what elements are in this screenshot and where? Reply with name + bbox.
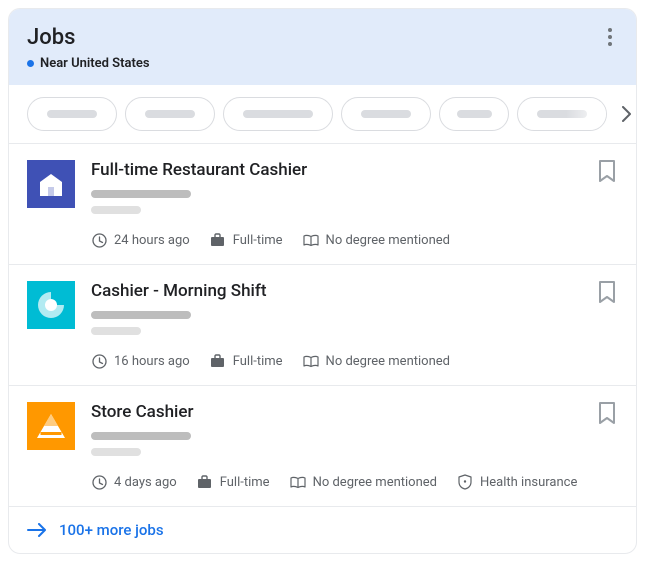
job-meta-row: 4 days ago Full-time No degree mentioned… — [91, 474, 618, 490]
header-location-row: Near United States — [27, 56, 618, 71]
meta-posted-text: 24 hours ago — [114, 233, 190, 248]
meta-posted: 4 days ago — [91, 474, 177, 490]
briefcase-icon — [210, 232, 226, 248]
meta-education-text: No degree mentioned — [313, 475, 437, 490]
chevron-right-icon[interactable] — [615, 102, 637, 126]
meta-education: No degree mentioned — [303, 353, 450, 369]
location-placeholder — [91, 206, 141, 214]
meta-posted: 16 hours ago — [91, 353, 190, 369]
company-name-placeholder — [91, 432, 191, 440]
company-logo — [27, 281, 75, 329]
meta-benefit: Health insurance — [457, 474, 577, 490]
bookmark-icon[interactable] — [598, 402, 618, 422]
location-placeholder — [91, 327, 141, 335]
more-jobs-text: 100+ more jobs — [59, 521, 164, 539]
book-icon — [290, 474, 306, 490]
location-dot-icon — [27, 60, 34, 67]
filter-chip[interactable] — [27, 97, 117, 131]
job-item[interactable]: Store Cashier 4 days ago Full-time No de… — [9, 386, 636, 507]
company-logo — [27, 160, 75, 208]
shield-icon — [457, 474, 473, 490]
job-item[interactable]: Full-time Restaurant Cashier 24 hours ag… — [9, 144, 636, 265]
jobs-card: Jobs Near United States Full-time Restau… — [8, 8, 637, 554]
bookmark-icon[interactable] — [598, 281, 618, 301]
filter-chip[interactable] — [439, 97, 509, 131]
meta-education: No degree mentioned — [290, 474, 437, 490]
company-logo — [27, 402, 75, 450]
job-body: Store Cashier 4 days ago Full-time No de… — [91, 402, 618, 490]
bookmark-icon[interactable] — [598, 160, 618, 180]
meta-type: Full-time — [210, 232, 283, 248]
clock-icon — [91, 232, 107, 248]
job-title: Store Cashier — [91, 402, 618, 422]
meta-posted-text: 4 days ago — [114, 475, 177, 490]
filter-chip[interactable] — [341, 97, 431, 131]
clock-icon — [91, 353, 107, 369]
filter-chip[interactable] — [517, 97, 607, 131]
meta-benefit-text: Health insurance — [480, 475, 577, 490]
meta-type: Full-time — [197, 474, 270, 490]
company-name-placeholder — [91, 190, 191, 198]
book-icon — [303, 353, 319, 369]
job-meta-row: 24 hours ago Full-time No degree mention… — [91, 232, 618, 248]
more-jobs-link[interactable]: 100+ more jobs — [9, 507, 636, 553]
meta-posted: 24 hours ago — [91, 232, 190, 248]
job-title: Cashier - Morning Shift — [91, 281, 618, 301]
company-name-placeholder — [91, 311, 191, 319]
meta-education-text: No degree mentioned — [326, 233, 450, 248]
meta-type: Full-time — [210, 353, 283, 369]
job-meta-row: 16 hours ago Full-time No degree mention… — [91, 353, 618, 369]
job-item[interactable]: Cashier - Morning Shift 16 hours ago Ful… — [9, 265, 636, 386]
meta-type-text: Full-time — [233, 233, 283, 248]
filter-chip[interactable] — [223, 97, 333, 131]
clock-icon — [91, 474, 107, 490]
filter-chip[interactable] — [125, 97, 215, 131]
job-body: Cashier - Morning Shift 16 hours ago Ful… — [91, 281, 618, 369]
card-header: Jobs Near United States — [9, 9, 636, 85]
arrow-right-icon — [27, 523, 47, 537]
filter-chip-row — [9, 85, 636, 144]
job-body: Full-time Restaurant Cashier 24 hours ag… — [91, 160, 618, 248]
header-location-text: Near United States — [40, 56, 150, 71]
location-placeholder — [91, 448, 141, 456]
header-title: Jobs — [27, 25, 618, 50]
meta-education-text: No degree mentioned — [326, 354, 450, 369]
briefcase-icon — [197, 474, 213, 490]
meta-posted-text: 16 hours ago — [114, 354, 190, 369]
job-title: Full-time Restaurant Cashier — [91, 160, 618, 180]
meta-type-text: Full-time — [233, 354, 283, 369]
more-options-icon[interactable] — [598, 25, 622, 49]
meta-education: No degree mentioned — [303, 232, 450, 248]
meta-type-text: Full-time — [220, 475, 270, 490]
briefcase-icon — [210, 353, 226, 369]
book-icon — [303, 232, 319, 248]
